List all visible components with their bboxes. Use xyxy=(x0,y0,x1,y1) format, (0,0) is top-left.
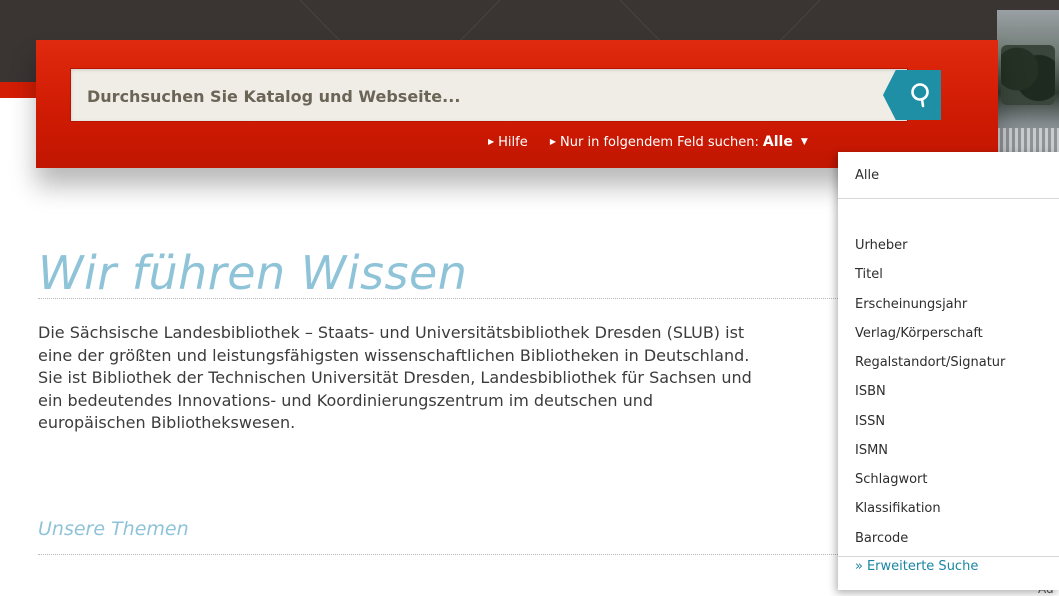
dropdown-option-alle[interactable]: Alle xyxy=(855,165,879,187)
search-box xyxy=(70,68,941,123)
intro-line: ein bedeutendes Innovations- und Koordin… xyxy=(38,390,654,410)
search-options: ▶ Hilfe ▶ Nur in folgendem Feld suchen: All… xyxy=(488,134,808,154)
search-button[interactable] xyxy=(883,70,941,120)
arrow-right-icon: ▶ xyxy=(549,136,557,146)
section-heading-themes: Unsere Themen xyxy=(38,518,189,540)
field-dropdown-menu: Alle Urheber Titel Erscheinungsjahr Verl… xyxy=(838,152,1059,590)
advanced-search-label: Erweiterte Suche xyxy=(866,559,979,574)
dropdown-option-titel[interactable]: Titel xyxy=(855,264,883,286)
search-panel: ▶Hilfe ▶Nur in folgendem Feld suchen:All… xyxy=(36,40,998,168)
help-link-label: Hilfe xyxy=(498,134,528,150)
dropdown-option-verlag[interactable]: Verlag/Körperschaft xyxy=(855,323,983,345)
intro-line: Die Sächsische Landesbibliothek – Staats… xyxy=(38,323,745,342)
field-selector[interactable]: ▶ Nur in folgendem Feld suchen: Alle ▼ xyxy=(550,134,808,150)
field-selector-value: Alle xyxy=(762,134,793,150)
intro-paragraph: Die Sächsische Landesbibliothek – Staats… xyxy=(38,322,838,435)
search-input[interactable] xyxy=(85,69,849,123)
dropdown-option-schlagwort[interactable]: Schlagwort xyxy=(855,469,928,491)
dropdown-option-barcode[interactable]: Barcode xyxy=(855,528,908,550)
search-icon xyxy=(911,83,929,108)
title-divider xyxy=(38,298,838,299)
dropdown-option-issn[interactable]: ISSN xyxy=(855,411,885,433)
dropdown-option-isbn[interactable]: ISBN xyxy=(855,381,886,403)
advanced-search-link[interactable]: » Erweiterte Suche xyxy=(855,556,978,578)
dropdown-option-erscheinungsjahr[interactable]: Erscheinungsjahr xyxy=(855,294,967,316)
caret-down-icon: ▼ xyxy=(800,137,808,147)
header-photo xyxy=(997,10,1059,160)
dropdown-separator xyxy=(838,198,1059,199)
intro-line: Sie ist Bibliothek der Technischen Unive… xyxy=(38,368,752,387)
field-selector-label: Nur in folgendem Feld suchen: xyxy=(560,134,759,150)
double-arrow-icon: » xyxy=(855,559,863,574)
intro-line: europäischen Bibliothekswesen. xyxy=(38,413,296,432)
dropdown-option-klassifikation[interactable]: Klassifikation xyxy=(855,498,941,520)
section-divider xyxy=(38,554,838,555)
help-link[interactable]: ▶ Hilfe xyxy=(488,135,528,150)
header-red-accent xyxy=(0,82,36,98)
intro-line: eine der größten und leistungsfähigsten … xyxy=(38,345,750,365)
page-title: Wir führen Wissen xyxy=(38,246,468,300)
arrow-right-icon: ▶ xyxy=(488,136,495,146)
dropdown-option-ismn[interactable]: ISMN xyxy=(855,440,888,462)
dropdown-option-urheber[interactable]: Urheber xyxy=(855,235,907,257)
dropdown-option-regalstandort[interactable]: Regalstandort/Signatur xyxy=(855,352,1005,374)
